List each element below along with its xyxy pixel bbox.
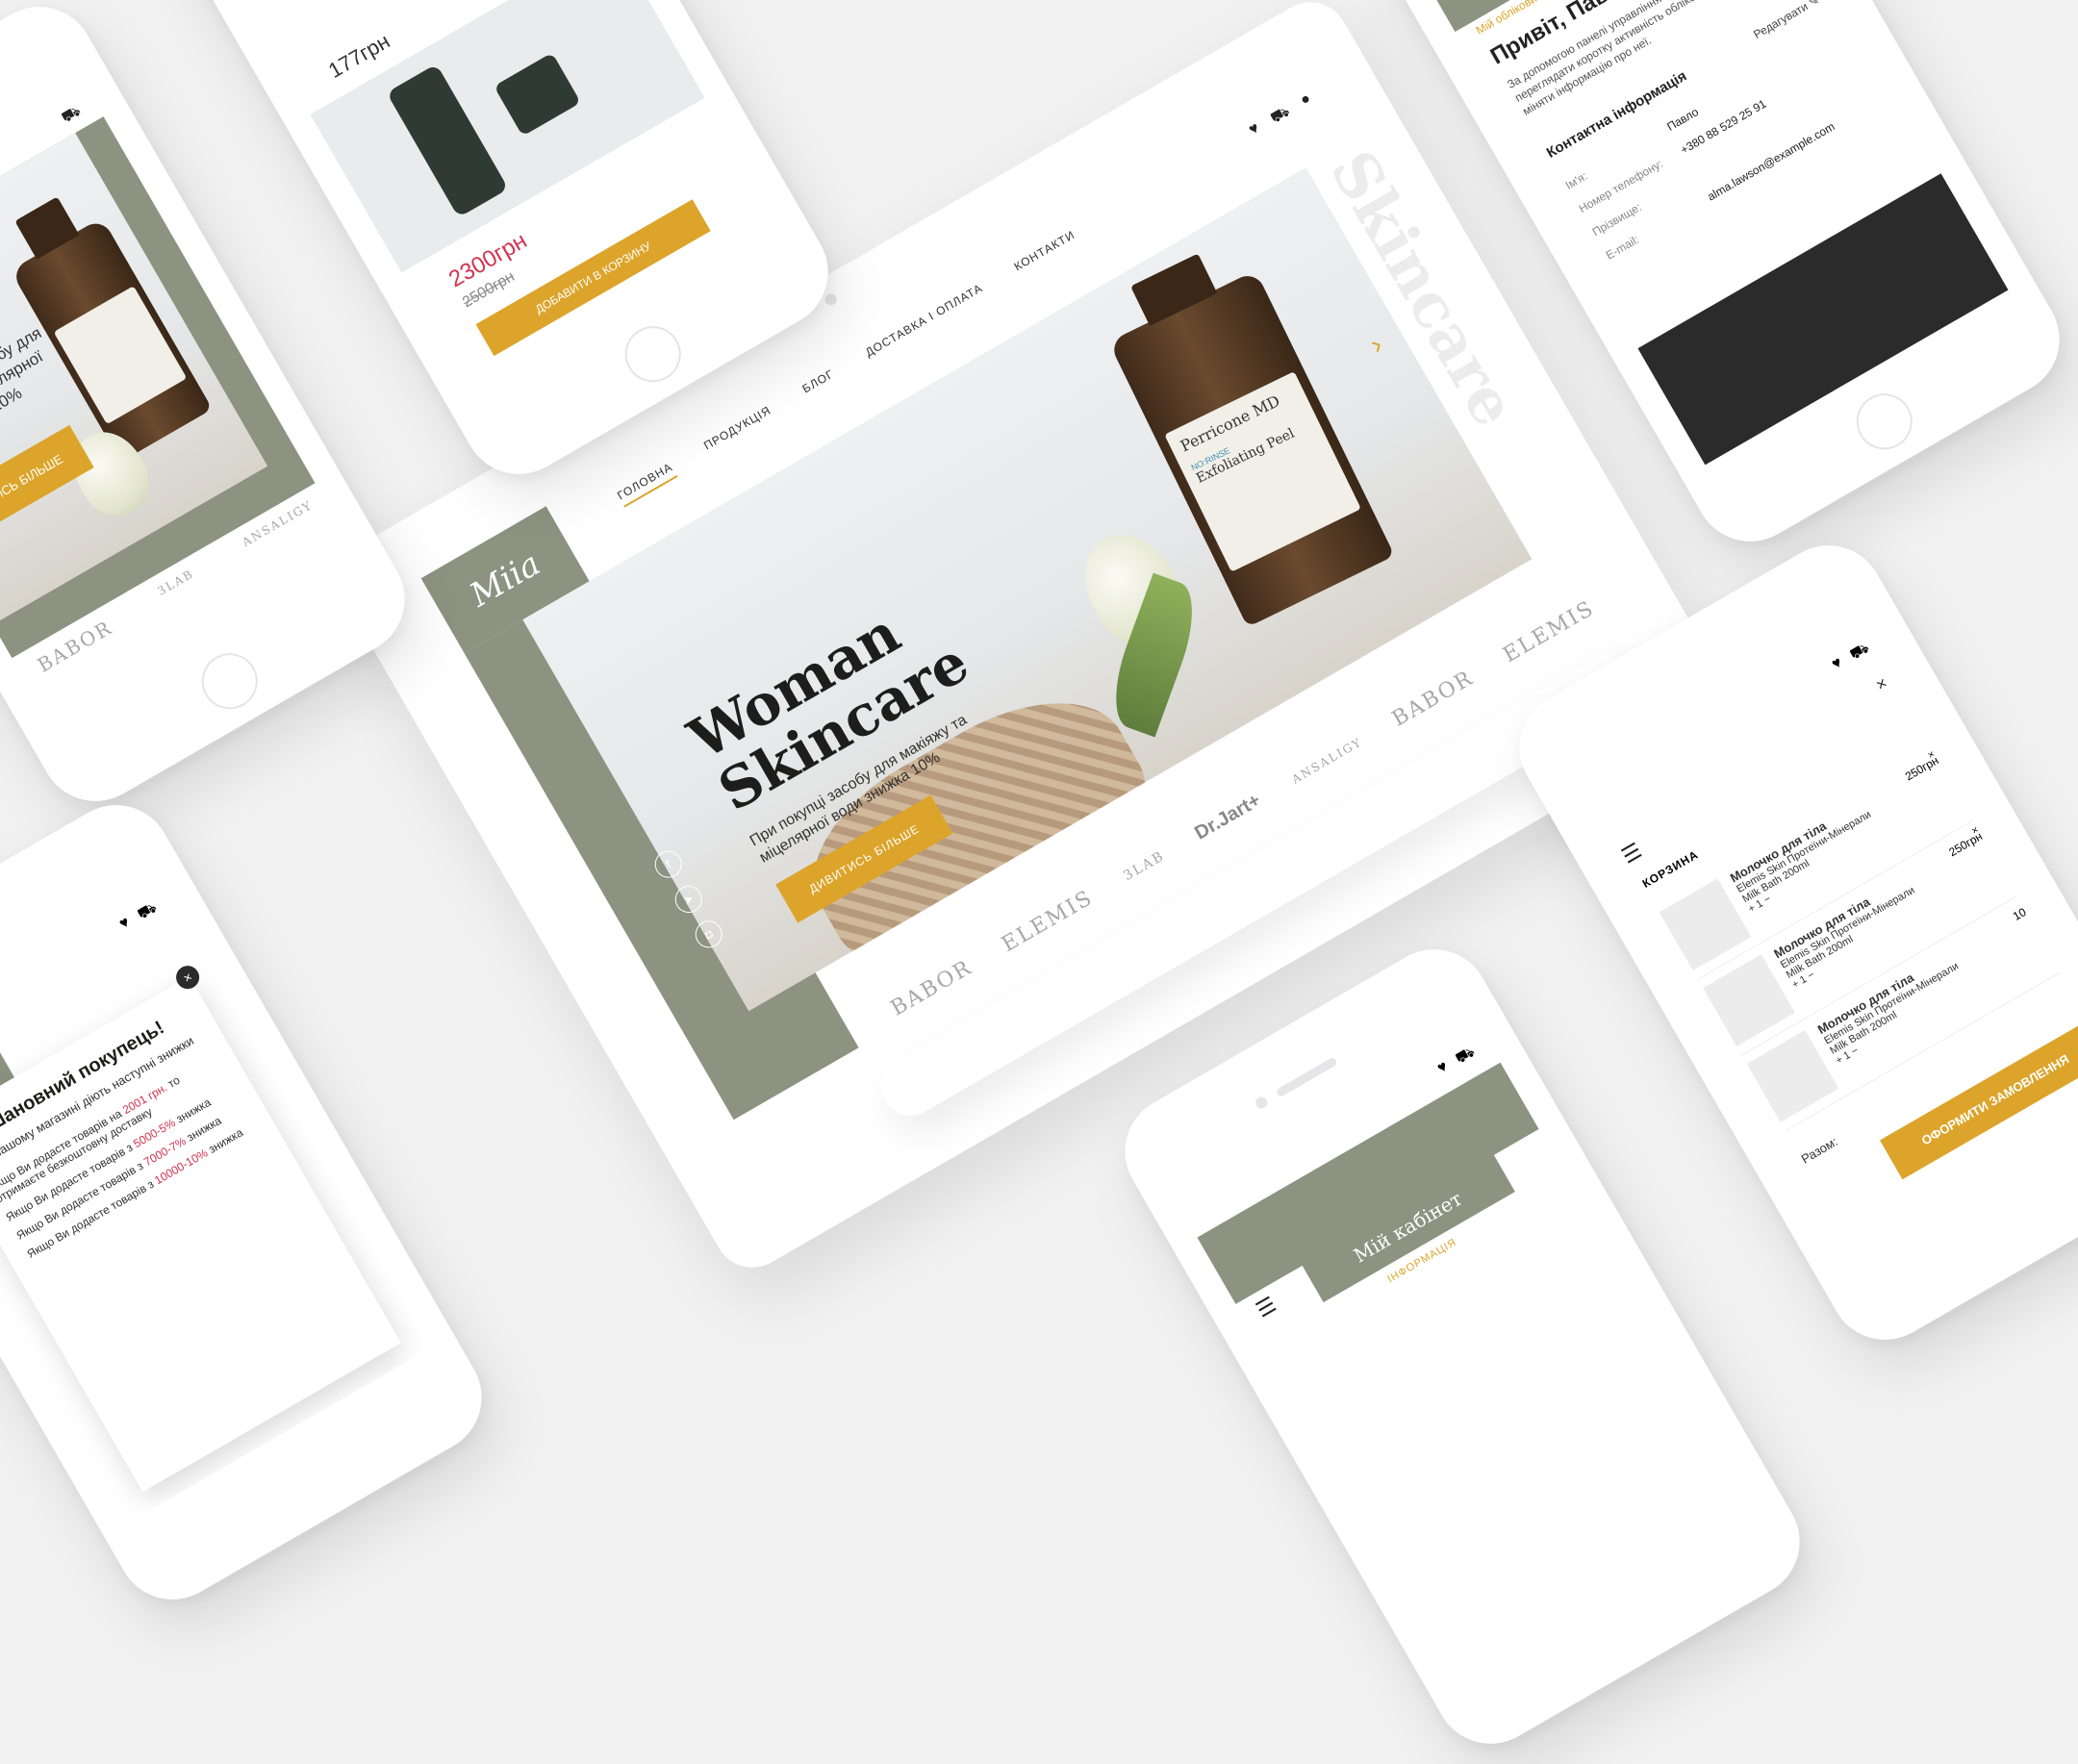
site-logo: Miia	[463, 544, 547, 616]
phone-speaker	[1275, 1056, 1338, 1098]
nav-delivery[interactable]: ДОСТАВКА І ОПЛАТА	[863, 281, 988, 365]
cart-total-label: Разом:	[1798, 1134, 1840, 1167]
brand-elemis-2[interactable]: ELEMIS	[1499, 596, 1598, 668]
basket-icon[interactable]: ⛟	[1267, 102, 1293, 128]
nav-contacts[interactable]: КОНТАКТИ	[1012, 228, 1080, 279]
slider-next-icon[interactable]: ›	[1364, 329, 1387, 360]
brand-3lab[interactable]: 3LAB	[155, 567, 201, 606]
product-bottle-image	[386, 63, 509, 218]
brand-drjart[interactable]: Dr.Jart+	[1191, 790, 1265, 844]
brand-babor[interactable]: BABOR	[887, 955, 976, 1021]
product-jar-image	[494, 52, 581, 137]
phone-camera	[1254, 1095, 1270, 1111]
nav-blog[interactable]: БЛОГ	[800, 367, 840, 401]
pencil-icon: ✎	[1806, 0, 1822, 10]
nav-products[interactable]: ПРОДУКЦІЯ	[701, 403, 776, 457]
wishlist-icon[interactable]: ♥	[116, 914, 133, 933]
cart-item-image	[1746, 1030, 1839, 1122]
quantity-value: 1	[1754, 897, 1765, 911]
wishlist-icon[interactable]: ♥	[1434, 1058, 1451, 1077]
basket-icon[interactable]: ⛟	[1453, 1043, 1479, 1069]
close-icon[interactable]: ×	[1872, 673, 1891, 695]
field-value	[1691, 168, 1698, 180]
field-value: Павло	[1664, 105, 1701, 134]
home-button	[615, 315, 692, 392]
phone-cart-screen: ♥ ⛟ ☰ × КОРЗИНА Молочко для тіла Elemis …	[1570, 621, 2078, 1264]
brand-babor-2[interactable]: BABOR	[1388, 666, 1478, 731]
brand-ansaligy[interactable]: ANSALIGY	[1289, 735, 1364, 786]
edit-link[interactable]: Редагувати ✎	[1751, 0, 1821, 41]
field-label: E-mail:	[1603, 232, 1642, 263]
discount-popup: × Шановний покупець! У нашому магазині д…	[0, 961, 401, 1493]
nav-home[interactable]: ГОЛОВНА	[615, 460, 678, 508]
quantity-value: 1	[1841, 1049, 1853, 1063]
brand-elemis[interactable]: ELEMIS	[998, 886, 1097, 957]
edit-label: Редагувати	[1751, 0, 1811, 42]
heart-icon[interactable]: ♥	[1246, 120, 1263, 141]
menu-icon[interactable]: ☰	[1252, 1292, 1280, 1323]
header-icons: ♥ ⛟ ●	[1246, 90, 1315, 141]
close-icon[interactable]: ×	[171, 961, 204, 994]
home-button	[1846, 383, 1923, 460]
basket-icon[interactable]: ⛟	[135, 898, 161, 924]
phone-popup-screen: ♥ ⛟ ☰ × Шановний покупець! У нашому мага…	[0, 881, 431, 1524]
user-icon[interactable]: ●	[1298, 90, 1315, 112]
wishlist-icon[interactable]: ♥	[1829, 654, 1845, 673]
quantity-value: 1	[1797, 973, 1810, 987]
brand-3lab[interactable]: 3LAB	[1121, 847, 1167, 883]
basket-icon[interactable]: ⛟	[1847, 639, 1873, 665]
laptop-camera	[823, 291, 839, 308]
menu-icon[interactable]: ☰	[1617, 838, 1646, 869]
home-button	[191, 643, 268, 719]
basket-icon[interactable]: ⛟	[59, 102, 85, 128]
